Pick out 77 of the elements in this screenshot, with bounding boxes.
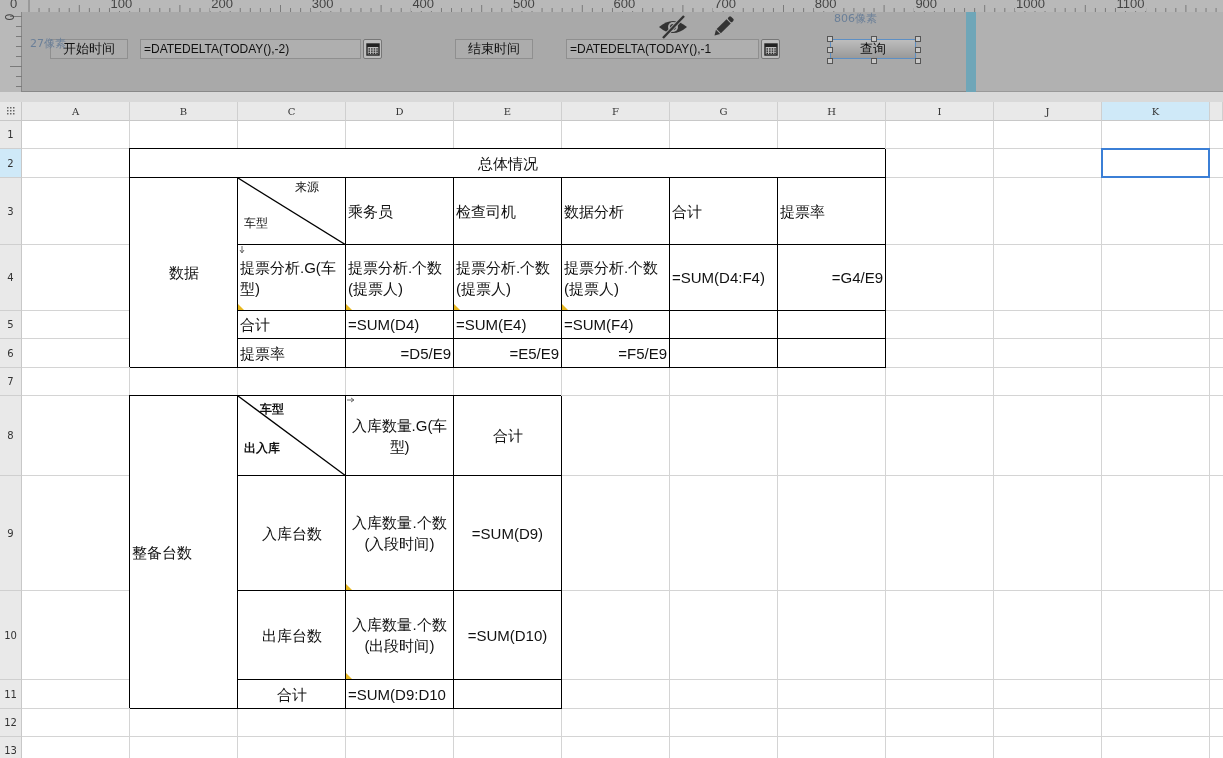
table-cell[interactable]: =G4/E9 [778,245,886,311]
table-cell[interactable]: 入库数量.G(车型) [346,396,454,476]
row-header[interactable]: 13 [0,737,22,758]
table-cell[interactable]: 合计 [238,311,346,339]
header-label: 车型 [244,216,268,230]
table-cell[interactable]: =SUM(D9) [454,476,562,591]
row-header[interactable]: 6 [0,339,22,368]
calendar-icon [365,42,380,56]
table-cell[interactable]: 合计 [670,178,778,245]
table-cell[interactable]: =SUM(D4) [346,311,454,339]
resize-handle[interactable] [871,58,877,64]
table-cell[interactable]: =SUM(F4) [562,311,670,339]
query-button[interactable]: 查询 [830,39,916,59]
row-header[interactable]: 12 [0,709,22,737]
column-header[interactable]: K [1102,102,1210,121]
table-cell[interactable]: 入库数量.个数(入段时间) [346,476,454,591]
table-cell[interactable]: =SUM(D10) [454,591,562,680]
row-header[interactable]: 3 [0,178,22,245]
row-header[interactable]: 7 [0,368,22,396]
column-header[interactable]: F [562,102,670,121]
table-cell[interactable]: 合计 [454,396,562,476]
table-cell[interactable]: 整备台数 [130,396,238,709]
row-header[interactable]: 1 [0,121,22,149]
row-header[interactable]: 5 [0,311,22,339]
table-cell[interactable]: =SUM(D9:D10 [346,680,454,709]
table-cell[interactable]: 检查司机 [454,178,562,245]
calendar-button[interactable] [363,39,382,59]
hidden-eye-icon [658,15,688,39]
table-cell[interactable]: 出库台数 [238,591,346,680]
row-header[interactable]: 4 [0,245,22,311]
size-hint: 806像素 [834,12,877,25]
ruler-label: 0 [3,13,16,21]
table-cell[interactable]: 乘务员 [346,178,454,245]
row-header[interactable]: 2 [0,149,22,178]
table-cell[interactable]: 入库数量.个数(出段时间) [346,591,454,680]
table-cell[interactable]: 提票率 [238,339,346,368]
table-cell[interactable]: 合计 [238,680,346,709]
header-label: 来源 [295,180,319,194]
column-header[interactable]: H [778,102,886,121]
date-field[interactable]: =DATEDELTA(TODAY(),-2) [140,39,361,59]
column-header[interactable]: E [454,102,562,121]
grip-icon [6,107,15,115]
row-header[interactable]: 11 [0,680,22,709]
resize-handle[interactable] [871,36,877,42]
column-header[interactable]: D [346,102,454,121]
table-cell[interactable]: 提票分析.个数(提票人) [454,245,562,311]
calendar-icon [763,42,778,56]
date-field[interactable]: =DATEDELTA(TODAY(),-1 [566,39,759,59]
header-corner[interactable] [0,102,22,121]
table-cell[interactable]: 提票分析.个数(提票人) [562,245,670,311]
header-label: 车型 [260,402,284,416]
row-header[interactable]: 10 [0,591,22,680]
table-cell[interactable]: =SUM(E4) [454,311,562,339]
table-cell[interactable]: =E5/E9 [454,339,562,368]
column-header[interactable]: A [22,102,130,121]
table-cell[interactable]: 提票分析.个数(提票人) [346,245,454,311]
table-cell[interactable]: 总体情况 [130,149,886,178]
table-cell[interactable]: 数据 [130,178,238,368]
column-header[interactable]: B [130,102,238,121]
table-cell[interactable]: =SUM(D4:F4) [670,245,778,311]
row-header[interactable]: 9 [0,476,22,591]
calendar-button[interactable] [761,39,780,59]
column-header[interactable]: J [994,102,1102,121]
column-header[interactable]: I [886,102,994,121]
table-cell[interactable]: =F5/E9 [562,339,670,368]
table-cell[interactable]: 入库台数 [238,476,346,591]
column-header-filler [1210,102,1223,121]
parameter-label: 结束时间 [455,39,533,59]
selected-cell[interactable] [1101,148,1210,178]
header-label: 出入库 [244,441,280,455]
column-header[interactable]: C [238,102,346,121]
row-header[interactable]: 8 [0,396,22,476]
table-cell[interactable]: 数据分析 [562,178,670,245]
table-cell[interactable]: 提票分析.G(车型) [238,245,346,311]
table-cell[interactable]: 提票率 [778,178,886,245]
column-header[interactable]: G [670,102,778,121]
table-cell[interactable]: =D5/E9 [346,339,454,368]
